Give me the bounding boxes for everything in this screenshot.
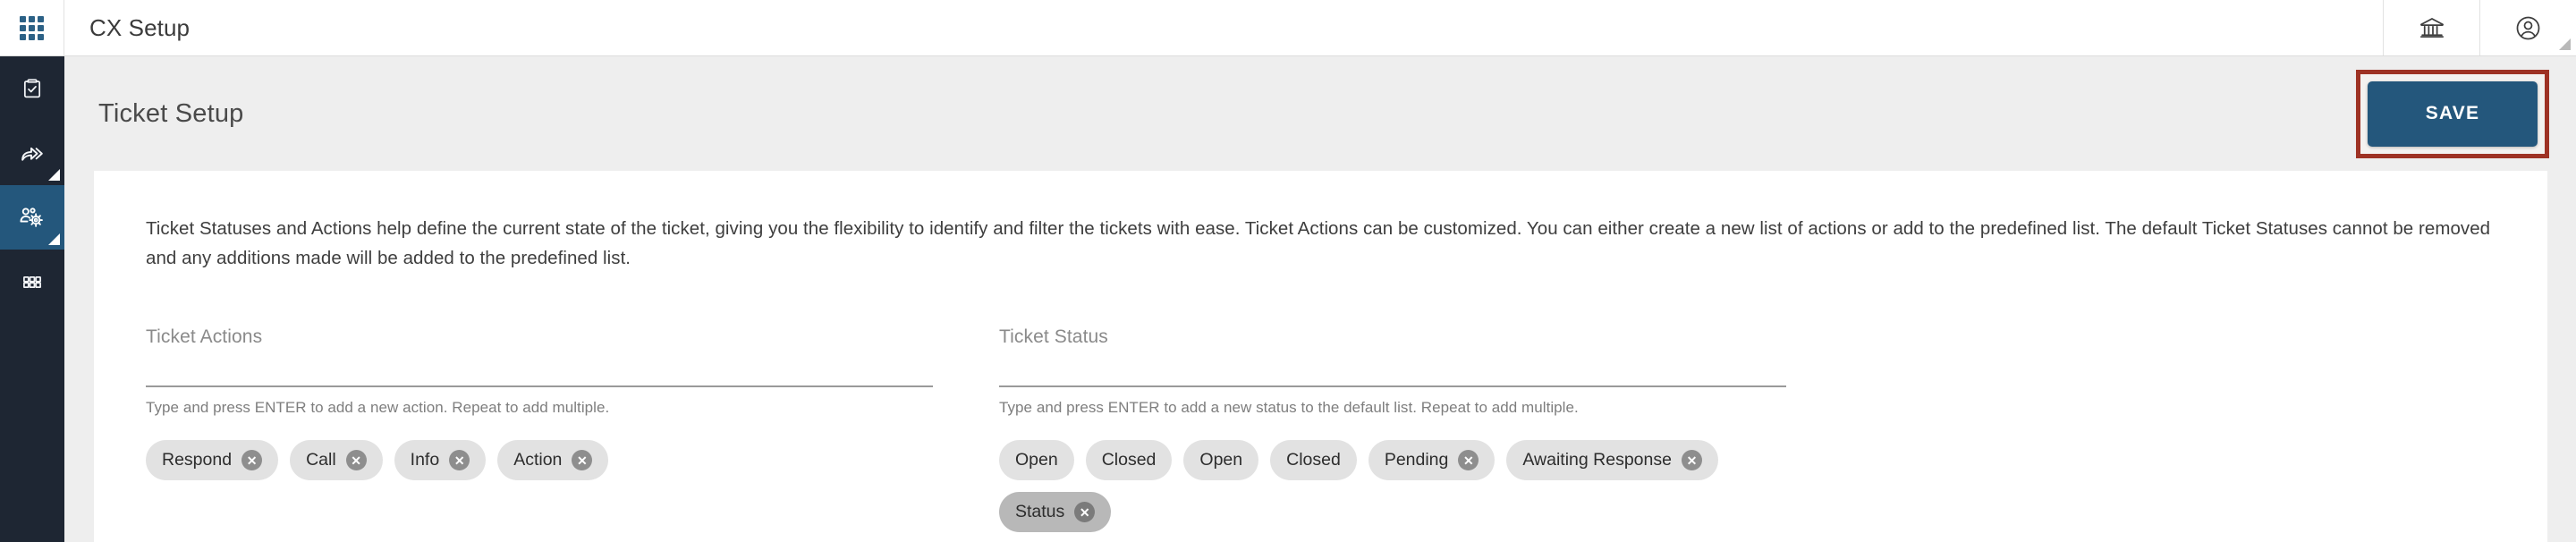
chip-label: Respond [162,450,233,470]
user-account-icon [2516,16,2540,39]
ticket-status-chip-list: Open Closed Open Closed Pending ✕ Awaiting Res… [999,440,1786,533]
chip-label: Awaiting Response [1522,450,1672,470]
clipboard-check-icon [23,79,41,98]
app-root: CX Setup Ticket Setup SAVE Ticket Status… [0,0,2576,542]
chip[interactable]: Action ✕ [497,440,609,481]
share-forward-icon [21,147,43,161]
sidebar-item-tickets[interactable] [0,56,64,121]
sidebar [0,56,64,542]
save-button[interactable]: SAVE [2368,80,2538,147]
chip-label: Closed [1101,450,1157,470]
workflows-expand-indicator [48,169,60,181]
ticket-actions-chip-list: Respond ✕ Call ✕ Info ✕ Action ✕ [146,440,933,481]
chip-remove-icon[interactable]: ✕ [242,450,263,471]
chip[interactable]: Open [1183,440,1259,481]
page-header: Ticket Setup SAVE [64,56,2576,171]
sidebar-item-modules[interactable] [0,250,64,314]
save-button-highlight: SAVE [2356,69,2549,158]
grid-apps-icon [23,275,41,289]
chip[interactable]: Open [999,440,1074,481]
chip-remove-icon[interactable]: ✕ [449,450,470,471]
ticket-status-helper: Type and press ENTER to add a new status… [999,399,1579,417]
app-title: CX Setup [89,13,191,41]
chip[interactable]: Closed [1085,440,1173,481]
chip[interactable]: Status ✕ [999,492,1112,533]
chip[interactable]: Closed [1270,440,1357,481]
chip-label: Status [1015,502,1065,522]
apps-launcher-button[interactable] [0,0,64,55]
account-button[interactable] [2479,0,2576,55]
chip[interactable]: Info ✕ [394,440,487,481]
institution-button[interactable] [2383,0,2479,55]
chip-remove-icon[interactable]: ✕ [1681,450,1702,471]
apps-grid-icon [20,15,44,40]
chip-label: Info [410,450,440,470]
ticket-status-section: Ticket Status Type and press ENTER to ad… [999,326,1786,533]
sidebar-item-cx-setup[interactable] [0,185,64,250]
chip-remove-icon[interactable]: ✕ [1458,450,1479,471]
chip-label: Call [306,450,336,470]
page-description: Ticket Statuses and Actions help define … [146,218,2491,269]
chip[interactable]: Call ✕ [290,440,383,481]
chip-remove-icon[interactable]: ✕ [572,450,593,471]
chip[interactable]: Awaiting Response ✕ [1506,440,1718,481]
ticket-actions-label: Ticket Actions [146,326,263,348]
ticket-status-label: Ticket Status [999,326,1108,348]
chip[interactable]: Respond ✕ [146,440,279,481]
chip-label: Open [1015,450,1058,470]
sidebar-item-workflows[interactable] [0,121,64,185]
chip-label: Action [513,450,563,470]
chip-remove-icon[interactable]: ✕ [345,450,367,471]
content-card: Ticket Statuses and Actions help define … [94,171,2547,542]
ticket-status-input[interactable] [999,364,1786,388]
bank-icon [2419,18,2444,38]
ticket-actions-section: Ticket Actions Type and press ENTER to a… [146,326,933,532]
ticket-actions-input[interactable] [146,364,933,388]
chip-label: Pending [1384,450,1449,470]
settings-columns: Ticket Actions Type and press ENTER to a… [146,326,2496,533]
cx-setup-expand-indicator [48,233,60,245]
top-bar: CX Setup [0,0,2576,56]
chip-remove-icon[interactable]: ✕ [1074,502,1096,523]
chip[interactable]: Pending ✕ [1368,440,1496,481]
page-title: Ticket Setup [98,98,244,128]
users-gear-icon [20,207,43,227]
chip-label: Open [1199,450,1243,470]
account-expand-indicator [2559,38,2571,50]
chip-label: Closed [1286,450,1341,470]
ticket-actions-helper: Type and press ENTER to add a new action… [146,399,610,417]
